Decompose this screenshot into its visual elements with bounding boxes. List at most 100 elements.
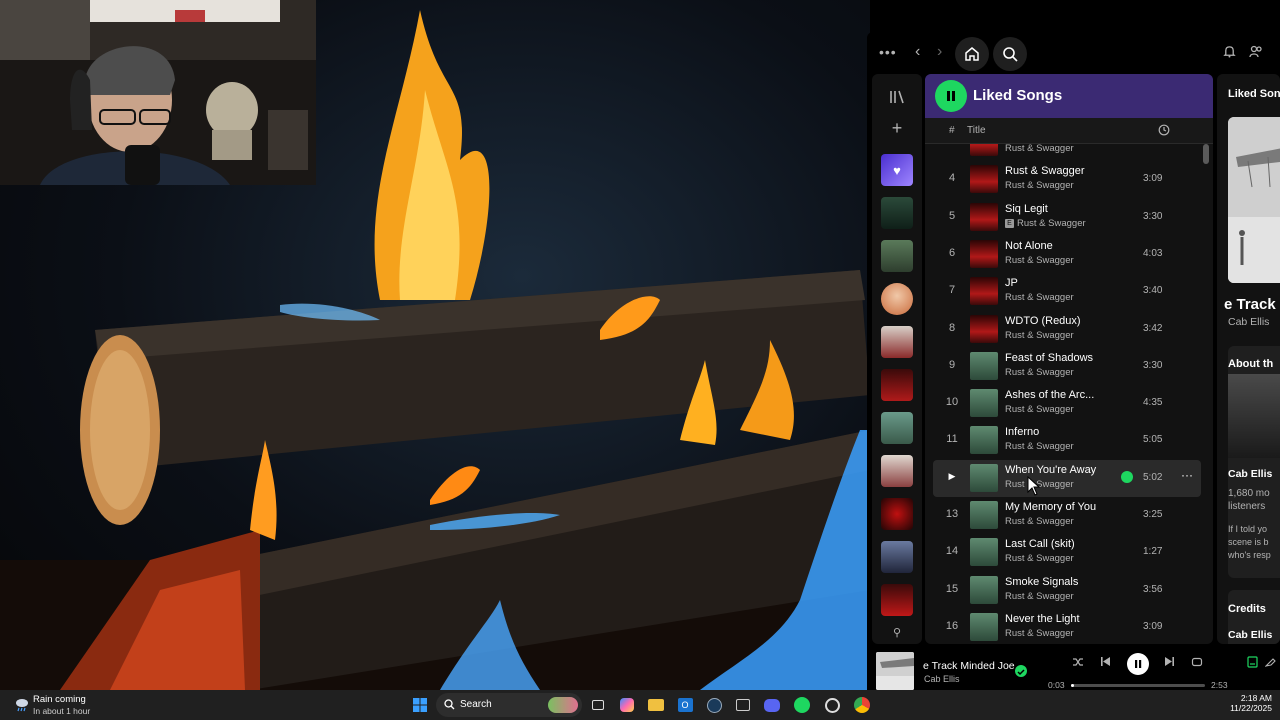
playlist-thumb[interactable] (881, 369, 913, 401)
track-artist[interactable]: Rust & Swagger (1005, 367, 1074, 378)
track-title[interactable]: JP (1005, 277, 1018, 289)
file-explorer-icon[interactable] (646, 695, 666, 715)
playlist-thumb[interactable] (881, 197, 913, 229)
saved-check-icon[interactable] (1121, 470, 1133, 483)
track-title[interactable]: Rust & Swagger (1005, 165, 1084, 177)
track-title[interactable]: Ashes of the Arc... (1005, 389, 1094, 401)
track-title[interactable]: When You're Away (1005, 464, 1096, 476)
track-title[interactable]: Last Call (skit) (1005, 538, 1075, 550)
pause-button[interactable] (935, 80, 967, 112)
now-playing-artist[interactable]: Cab Ellis (924, 674, 960, 684)
start-button[interactable] (410, 695, 430, 715)
credits-card[interactable]: Credits Cab Ellis (1228, 590, 1280, 644)
menu-dots-icon[interactable]: ••• (879, 44, 897, 60)
playlist-thumb[interactable] (881, 584, 913, 616)
friends-icon[interactable] (1249, 45, 1263, 58)
lyrics-icon[interactable] (1264, 656, 1276, 670)
playlist-thumb[interactable] (881, 412, 913, 444)
track-row[interactable]: 14 Last Call (skit) Rust & Swagger 1:27 (933, 534, 1201, 571)
forward-arrow-icon[interactable]: › (937, 43, 942, 61)
search-button[interactable] (993, 37, 1027, 71)
track-row[interactable]: 6 Not Alone Rust & Swagger 4:03 (933, 236, 1201, 273)
play-pause-button[interactable] (1127, 653, 1149, 675)
track-number: 7 (948, 284, 956, 297)
system-clock[interactable]: 2:18 AM 11/22/2025 (1222, 693, 1272, 713)
track-duration: 4:03 (1143, 247, 1163, 259)
track-row[interactable]: 5 Siq Legit E Rust & Swagger 3:30 (933, 199, 1201, 236)
next-icon[interactable] (1164, 656, 1175, 670)
track-title[interactable]: Siq Legit (1005, 203, 1048, 215)
track-artist[interactable]: Rust & Swagger (1005, 180, 1074, 191)
column-title[interactable]: Title (967, 125, 986, 136)
repeat-icon[interactable] (1191, 656, 1203, 671)
track-row[interactable]: 3 Rust & Swagger 3:18 (933, 144, 1201, 161)
track-artist[interactable]: E Rust & Swagger (1005, 218, 1086, 229)
track-title[interactable]: Inferno (1005, 426, 1039, 438)
app-icon[interactable] (822, 695, 842, 715)
playlist-thumb[interactable] (881, 541, 913, 573)
spotify-icon[interactable] (792, 695, 812, 715)
task-view-icon[interactable] (588, 695, 608, 715)
play-track-icon[interactable]: ▶ (933, 471, 971, 482)
track-artist[interactable]: Rust & Swagger (1005, 404, 1074, 415)
track-row[interactable]: 9 Feast of Shadows Rust & Swagger 3:30 (933, 348, 1201, 385)
track-row[interactable]: 10 Ashes of the Arc... Rust & Swagger 4:35 (933, 385, 1201, 422)
home-button[interactable] (955, 37, 989, 71)
track-row[interactable]: 11 Inferno Rust & Swagger 5:05 (933, 422, 1201, 459)
track-title[interactable]: Never the Light (1005, 613, 1080, 625)
track-artist[interactable]: Rust & Swagger (1005, 591, 1074, 602)
track-artist[interactable]: Rust & Swagger (1005, 628, 1074, 639)
track-title[interactable]: Not Alone (1005, 240, 1053, 252)
playlist-thumb[interactable] (881, 326, 913, 358)
copilot-icon[interactable] (617, 695, 637, 715)
library-icon[interactable] (872, 90, 922, 104)
search-library-icon[interactable]: ⚲ (872, 626, 922, 639)
track-row[interactable]: 16 Never the Light Rust & Swagger 3:09 (933, 609, 1201, 644)
track-row[interactable]: 7 JP Rust & Swagger 3:40 (933, 273, 1201, 310)
saved-check-icon[interactable] (1015, 665, 1027, 677)
track-duration: 3:18 (1143, 144, 1162, 147)
chrome-icon[interactable] (852, 695, 872, 715)
track-artist[interactable]: Rust & Swagger (1005, 441, 1074, 452)
add-icon[interactable]: + (872, 118, 922, 139)
now-playing-art[interactable] (876, 652, 914, 690)
now-playing-view-icon[interactable] (1247, 656, 1258, 671)
shuffle-icon[interactable] (1072, 656, 1084, 671)
now-playing-title[interactable]: e Track Minded Joe (923, 660, 1015, 672)
track-artist[interactable]: Cab Ellis (1228, 316, 1269, 328)
track-row[interactable]: 13 My Memory of You Rust & Swagger 3:25 (933, 497, 1201, 534)
liked-songs-thumb[interactable]: ♥ (881, 154, 913, 186)
track-artist[interactable]: Rust & Swagger (1005, 516, 1074, 527)
track-title[interactable]: Smoke Signals (1005, 576, 1078, 588)
about-artist-card[interactable]: About th Cab Ellis 1,680 mo listeners If… (1228, 346, 1280, 578)
bell-icon[interactable] (1223, 45, 1236, 58)
track-title[interactable]: Feast of Shadows (1005, 352, 1093, 364)
outlook-icon[interactable]: O (675, 695, 695, 715)
track-title[interactable]: My Memory of You (1005, 501, 1096, 513)
scrollbar[interactable] (1203, 144, 1209, 164)
track-row[interactable]: 4 Rust & Swagger Rust & Swagger 3:09 (933, 161, 1201, 198)
steam-icon[interactable] (704, 695, 724, 715)
track-artist[interactable]: Rust & Swagger (1005, 144, 1074, 154)
track-artist[interactable]: Rust & Swagger (1005, 255, 1074, 266)
xbox-icon[interactable] (733, 695, 753, 715)
track-title[interactable]: e Track (1224, 296, 1276, 313)
track-row[interactable]: ▶ When You're Away Rust & Swagger 5:02 ··· (933, 459, 1201, 497)
track-artist[interactable]: Rust & Swagger (1005, 292, 1074, 303)
track-artist[interactable]: Rust & Swagger (1005, 330, 1074, 341)
more-options-icon[interactable]: ··· (1181, 468, 1193, 482)
discord-icon[interactable] (762, 695, 782, 715)
track-row[interactable]: 15 Smoke Signals Rust & Swagger 3:56 (933, 572, 1201, 609)
artist-thumb[interactable] (881, 283, 913, 315)
track-row[interactable]: 8 WDTO (Redux) Rust & Swagger 3:42 (933, 311, 1201, 348)
track-title[interactable]: WDTO (Redux) (1005, 315, 1081, 327)
track-artist[interactable]: Rust & Swagger (1005, 553, 1074, 564)
track-artist-name: Rust & Swagger (1005, 366, 1074, 378)
previous-icon[interactable] (1100, 656, 1111, 670)
playlist-thumb[interactable] (881, 498, 913, 530)
taskbar-search[interactable]: Search (436, 693, 582, 717)
back-arrow-icon[interactable]: ‹ (915, 43, 920, 61)
progress-bar[interactable] (1071, 684, 1205, 687)
playlist-thumb[interactable] (881, 240, 913, 272)
playlist-thumb[interactable] (881, 455, 913, 487)
